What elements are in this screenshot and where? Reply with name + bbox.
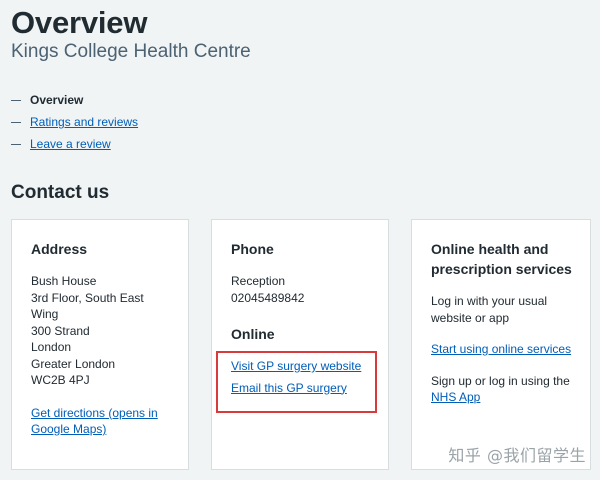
page-subtitle: Kings College Health Centre — [11, 41, 251, 62]
contents-list: Overview Ratings and reviews Leave a rev… — [11, 91, 138, 157]
contents-item-overview: Overview — [11, 91, 138, 113]
contents-item-ratings[interactable]: Ratings and reviews — [11, 113, 138, 135]
address-block: Bush House 3rd Floor, South East Wing 30… — [31, 273, 170, 389]
visit-gp-website-link[interactable]: Visit GP surgery website — [231, 358, 370, 375]
watermark: 知乎 @我们留学生 — [448, 446, 586, 465]
nhs-app-link[interactable]: NHS App — [431, 390, 480, 404]
address-card: Address Bush House 3rd Floor, South East… — [11, 219, 189, 470]
address-heading: Address — [31, 241, 88, 257]
address-line: 300 Strand — [31, 323, 90, 338]
page-title: Overview — [11, 5, 148, 40]
get-directions-link[interactable]: Get directions (opens in Google Maps) — [31, 406, 158, 437]
signup-text: Sign up or log in using the — [431, 373, 570, 388]
address-line: London — [31, 340, 72, 354]
address-line: Bush House — [31, 274, 97, 288]
address-line: Wing — [31, 307, 59, 321]
email-gp-surgery-link[interactable]: Email this GP surgery — [231, 380, 370, 397]
contents-dash — [11, 144, 21, 145]
online-heading: Online — [231, 326, 275, 342]
start-online-services-link[interactable]: Start using online services — [431, 342, 571, 356]
phone-heading: Phone — [231, 241, 274, 257]
contents-dash — [11, 100, 21, 101]
login-text: Log in with your usual website or app — [431, 294, 548, 325]
contents-current-label: Overview — [30, 93, 84, 107]
phone-card: Phone Reception 02045489842 Online Visit… — [211, 219, 389, 470]
contact-us-heading: Contact us — [11, 182, 110, 203]
address-line: Greater London — [31, 356, 116, 371]
contents-item-leave-review[interactable]: Leave a review — [11, 135, 138, 157]
address-line: WC2B 4PJ — [31, 373, 90, 387]
phone-label: Reception — [231, 274, 286, 288]
contents-dash — [11, 122, 21, 123]
phone-number: 02045489842 — [231, 290, 305, 305]
online-services-card: Online health and prescription services … — [411, 219, 591, 470]
leave-a-review-link[interactable]: Leave a review — [30, 137, 111, 151]
address-line: 3rd Floor, South East — [31, 290, 144, 305]
ratings-and-reviews-link[interactable]: Ratings and reviews — [30, 115, 138, 129]
online-services-heading: Online health and prescription services — [431, 241, 572, 277]
